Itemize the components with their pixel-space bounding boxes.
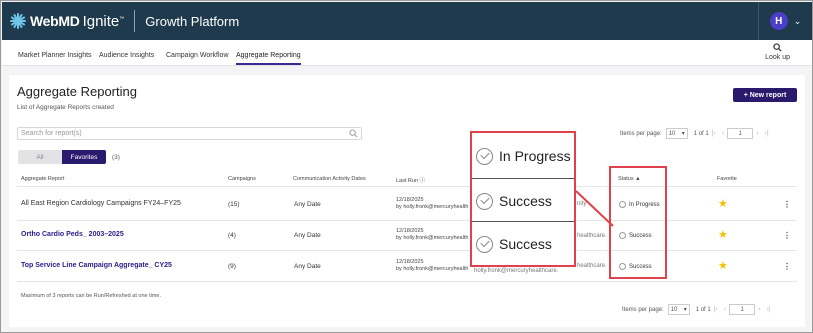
callout-connector bbox=[575, 190, 614, 227]
check-circle-icon bbox=[476, 147, 493, 165]
zoom-status-item: Success bbox=[472, 223, 574, 265]
check-circle-icon bbox=[476, 192, 493, 210]
zoom-divider bbox=[472, 221, 574, 222]
zoom-status-item: Success bbox=[472, 180, 574, 222]
zoom-divider bbox=[472, 178, 574, 179]
check-circle-icon bbox=[476, 235, 493, 253]
app-frame: WebMD Ignite™ Growth Platform H ⌄ Market… bbox=[0, 0, 813, 333]
status-zoom-callout: In Progress Success Success bbox=[470, 131, 576, 267]
zoom-status-item: In Progress bbox=[472, 135, 574, 177]
